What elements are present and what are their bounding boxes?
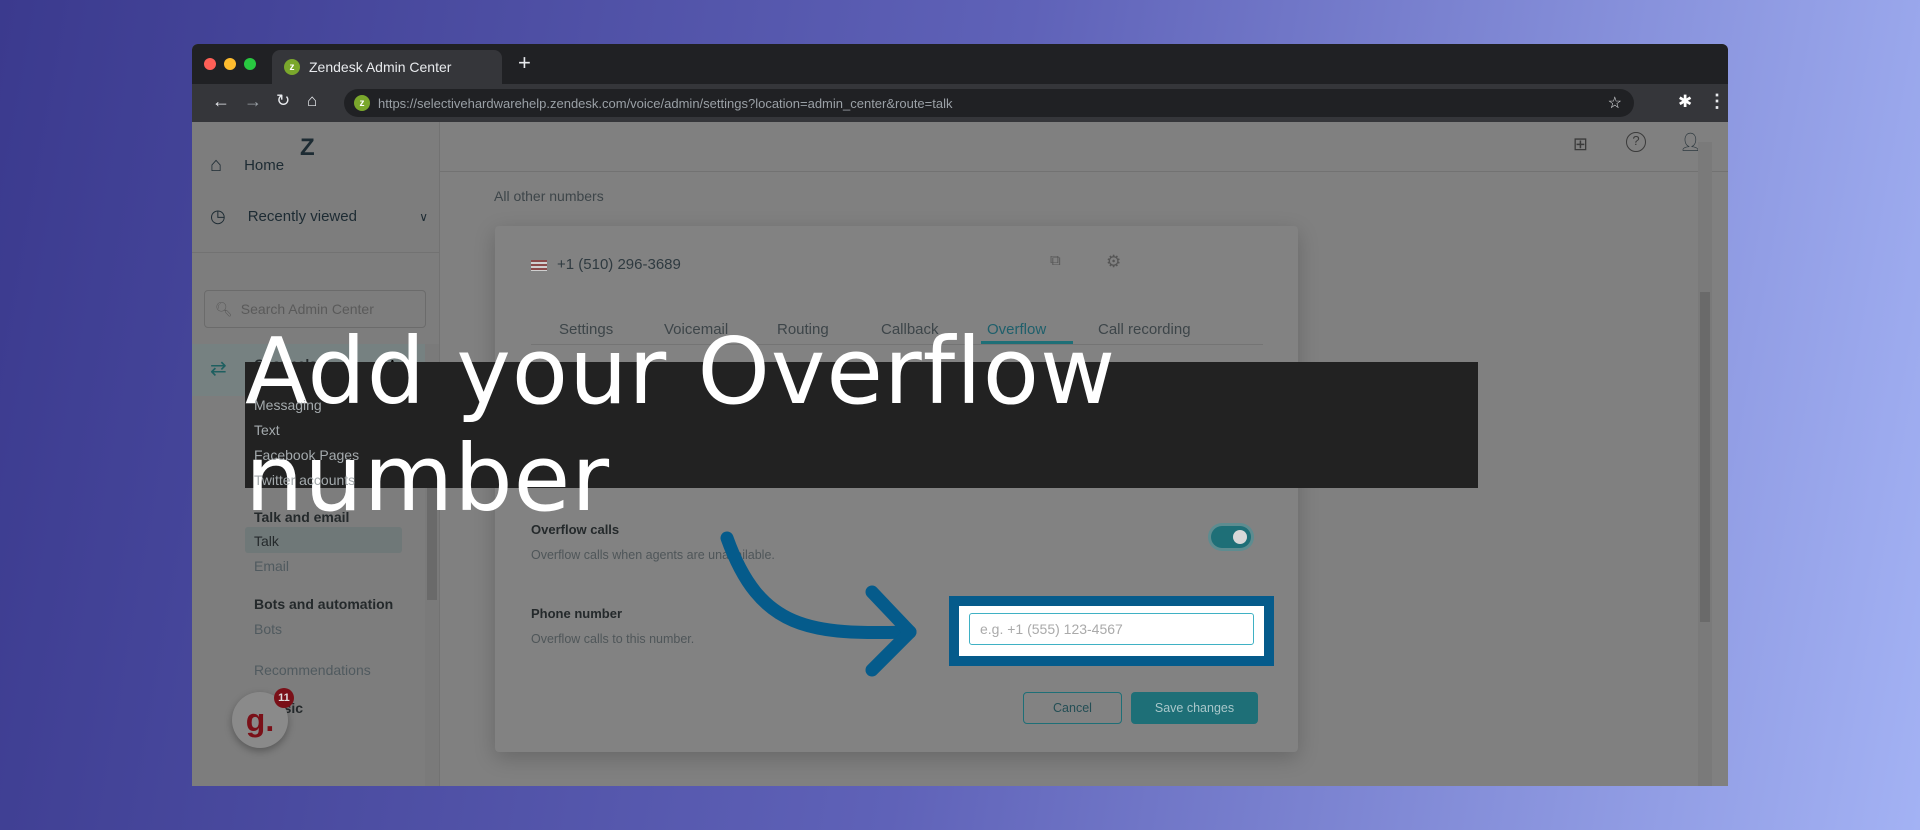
save-changes-button[interactable]: Save changes bbox=[1131, 692, 1258, 724]
apps-grid-icon[interactable]: ⊞ bbox=[1573, 134, 1588, 155]
phone-number: +1 (510) 296-3689 bbox=[557, 256, 681, 273]
top-bar: ⊞ ? 👤︎ bbox=[440, 122, 1728, 172]
zendesk-logo-icon: Z bbox=[300, 134, 315, 161]
phone-number-description: Overflow calls to this number. bbox=[531, 632, 695, 646]
browser-tab[interactable]: z Zendesk Admin Center bbox=[272, 50, 502, 84]
address-bar-row: ← → ↻ ⌂ z https://selectivehardwarehelp.… bbox=[192, 84, 1728, 122]
forward-icon[interactable]: → bbox=[244, 91, 262, 112]
section-bots-and-automation: Bots and automation bbox=[254, 596, 394, 612]
section-title: All other numbers bbox=[494, 188, 604, 204]
cancel-button[interactable]: Cancel bbox=[1023, 692, 1122, 724]
sidebar-link-messaging[interactable]: Messaging bbox=[254, 397, 322, 413]
sidebar-link-text[interactable]: Text bbox=[254, 422, 280, 438]
chevron-down-icon: ∨ bbox=[419, 209, 428, 224]
instruction-banner: Add your Overflow number bbox=[245, 318, 1478, 532]
help-icon[interactable]: ? bbox=[1626, 132, 1646, 152]
gear-icon[interactable]: ⚙ bbox=[1106, 252, 1121, 272]
main-scrollbar[interactable] bbox=[1698, 142, 1712, 786]
sidebar-link-twitter-accounts[interactable]: Twitter accounts bbox=[254, 472, 355, 488]
home-label: Home bbox=[244, 157, 285, 174]
sidebar-link-facebook-pages[interactable]: Facebook Pages bbox=[254, 447, 359, 463]
back-icon[interactable]: ← bbox=[212, 91, 230, 112]
sidebar-link-recommendations[interactable]: Recommendations bbox=[254, 662, 371, 678]
zendesk-favicon-icon: z bbox=[284, 59, 300, 75]
search-placeholder: Search Admin Center bbox=[240, 301, 374, 317]
bookmark-star-icon[interactable]: ☆ bbox=[1608, 93, 1622, 113]
home-icon[interactable]: ⌂ bbox=[307, 91, 317, 111]
sidebar-item-home[interactable]: ⌂ Home bbox=[210, 154, 284, 177]
grammarly-button[interactable]: g. 11 bbox=[232, 688, 294, 748]
main-scrollbar-thumb[interactable] bbox=[1700, 292, 1710, 622]
banner-text: Add your Overflow number bbox=[245, 318, 1117, 532]
close-window-button[interactable] bbox=[204, 58, 216, 70]
url-bar[interactable]: z https://selectivehardwarehelp.zendesk.… bbox=[344, 89, 1634, 117]
grammarly-logo: g. bbox=[245, 701, 275, 738]
talk-label: Talk bbox=[254, 533, 279, 549]
new-tab-button[interactable]: + bbox=[518, 50, 531, 76]
highlight-inner: e.g. +1 (555) 123-4567 bbox=[959, 606, 1264, 656]
minimize-window-button[interactable] bbox=[224, 58, 236, 70]
phone-input-highlight: e.g. +1 (555) 123-4567 bbox=[949, 596, 1274, 666]
search-icon: 🔍︎ bbox=[215, 300, 233, 317]
recently-viewed-label: Recently viewed bbox=[247, 208, 357, 225]
maximize-window-button[interactable] bbox=[244, 58, 256, 70]
tab-title: Zendesk Admin Center bbox=[309, 59, 452, 75]
sidebar-link-email[interactable]: Email bbox=[254, 558, 289, 574]
divider bbox=[192, 252, 440, 253]
reload-icon[interactable]: ↻ bbox=[276, 91, 290, 111]
clock-icon: ◷ bbox=[210, 206, 226, 226]
browser-menu-icon[interactable]: ⋮ bbox=[1708, 91, 1726, 112]
phone-input-placeholder: e.g. +1 (555) 123-4567 bbox=[980, 621, 1123, 637]
sidebar-item-recently-viewed[interactable]: ◷ Recently viewed ∨ bbox=[210, 206, 428, 227]
toggle-knob bbox=[1233, 530, 1247, 544]
channels-arrows-icon: ⇄ bbox=[210, 358, 227, 380]
tab-bar: z Zendesk Admin Center + bbox=[192, 44, 1728, 84]
phone-number-label: Phone number bbox=[531, 606, 623, 621]
site-icon: z bbox=[354, 95, 370, 111]
pointer-arrow-icon bbox=[720, 531, 917, 677]
device-icon[interactable]: ⧉ bbox=[1050, 252, 1061, 269]
us-flag-icon bbox=[531, 260, 547, 271]
phone-number-input[interactable]: e.g. +1 (555) 123-4567 bbox=[969, 613, 1254, 645]
url-text: https://selectivehardwarehelp.zendesk.co… bbox=[378, 95, 953, 111]
sidebar-link-bots[interactable]: Bots bbox=[254, 621, 282, 637]
extensions-puzzle-icon[interactable]: ✱ bbox=[1678, 92, 1692, 112]
grammarly-badge: 11 bbox=[274, 688, 294, 708]
home-icon: ⌂ bbox=[210, 154, 223, 176]
